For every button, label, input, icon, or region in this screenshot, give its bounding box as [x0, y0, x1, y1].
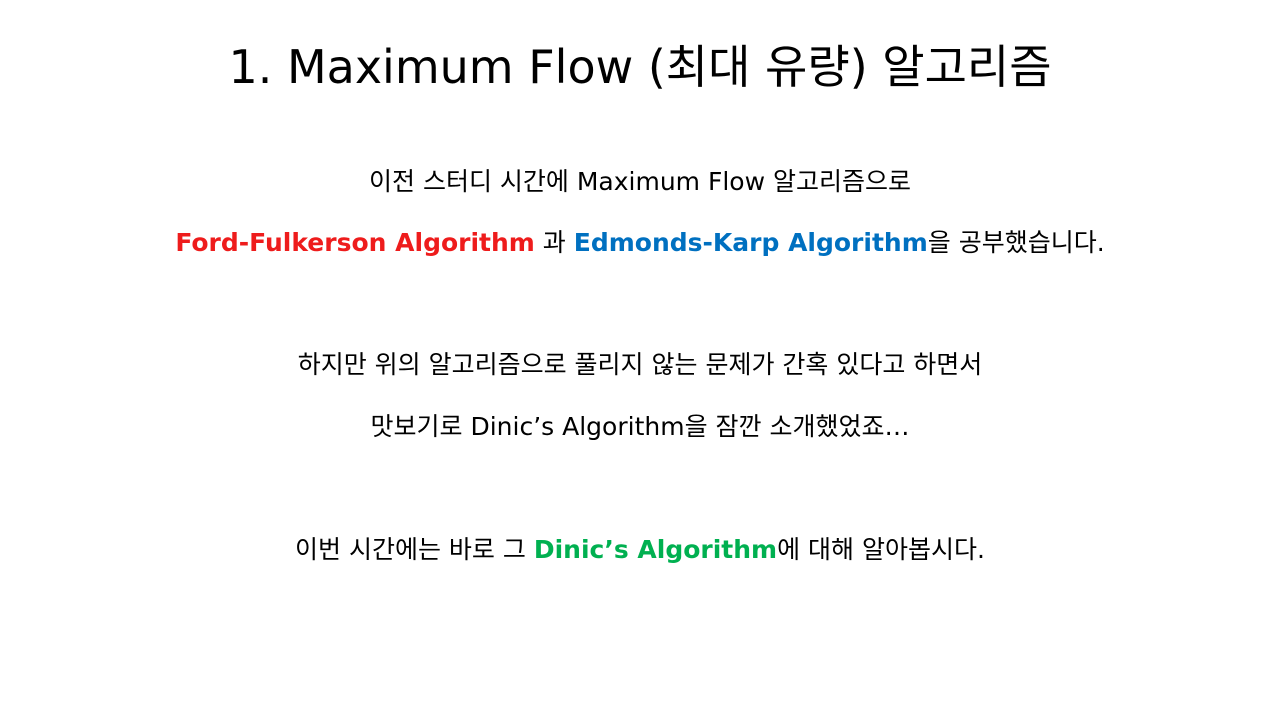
studied-text: 을 공부했습니다. — [927, 228, 1105, 257]
topic-prefix: 이번 시간에는 바로 그 — [295, 535, 534, 564]
dinic-label: Dinic’s Algorithm — [533, 535, 778, 564]
problem-line: 하지만 위의 알고리즘으로 풀리지 않는 문제가 간혹 있다고 하면서 — [297, 350, 983, 379]
slide-title: 1. Maximum Flow (최대 유량) 알고리즘 — [228, 40, 1052, 94]
intro-line: 이전 스터디 시간에 Maximum Flow 알고리즘으로 — [369, 167, 911, 196]
algorithms-line: Ford-Fulkerson Algorithm 과 Edmonds-Karp … — [0, 225, 1280, 261]
topic-suffix: 에 대해 알아봅시다. — [777, 535, 985, 564]
topic-line: 이번 시간에는 바로 그 Dinic’s Algorithm에 대해 알아봅시다… — [0, 532, 1280, 568]
ford-fulkerson-label: Ford-Fulkerson Algorithm — [175, 228, 535, 257]
preview-line: 맛보기로 Dinic’s Algorithm을 잠깐 소개했었죠… — [370, 412, 910, 441]
connector-text: 과 — [534, 228, 574, 257]
edmonds-karp-label: Edmonds-Karp Algorithm — [573, 228, 928, 257]
slide: 1. Maximum Flow (최대 유량) 알고리즘 이전 스터디 시간에 … — [0, 0, 1280, 720]
